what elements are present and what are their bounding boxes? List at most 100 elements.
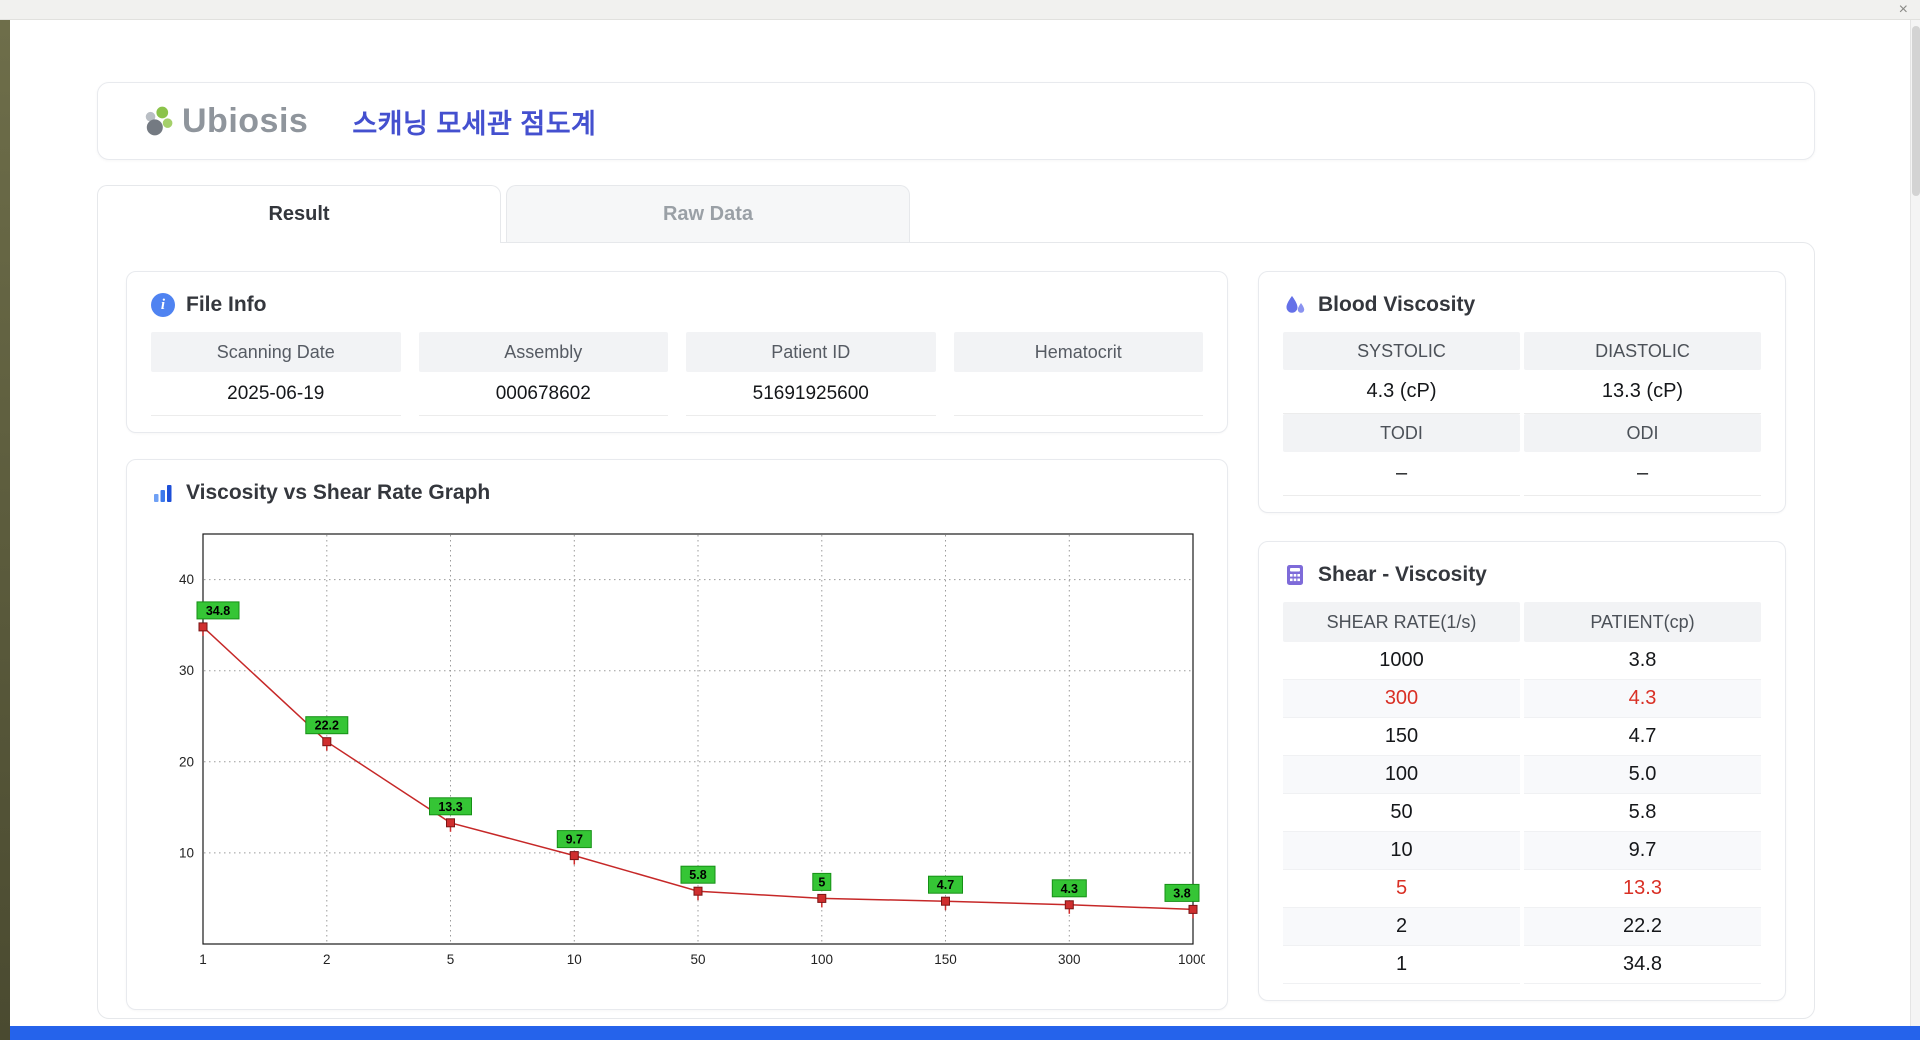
shear-viscosity-title: Shear - Viscosity [1318, 563, 1487, 587]
shear-table-row: 222.2 [1283, 908, 1761, 946]
patient-viscosity-cell: 13.3 [1524, 870, 1761, 908]
svg-text:5.8: 5.8 [689, 868, 706, 882]
svg-text:50: 50 [690, 952, 705, 967]
patient-viscosity-cell: 34.8 [1524, 946, 1761, 984]
info-icon: i [151, 293, 175, 317]
svg-text:22.2: 22.2 [315, 719, 339, 733]
svg-text:13.3: 13.3 [438, 800, 462, 814]
right-column: Blood Viscosity SYSTOLICDIASTOLIC4.3 (cP… [1258, 271, 1786, 1002]
calculator-icon [1283, 563, 1307, 587]
data-point-marker [942, 897, 950, 905]
shear-viscosity-title-row: Shear - Viscosity [1283, 558, 1761, 592]
left-edge-strip [0, 20, 10, 1040]
field-label: Hematocrit [954, 332, 1204, 372]
shear-table-header: SHEAR RATE(1/s)PATIENT(cp) [1283, 602, 1761, 642]
shear-table-row: 109.7 [1283, 832, 1761, 870]
svg-text:10: 10 [179, 845, 194, 860]
blood-viscosity-card: Blood Viscosity SYSTOLICDIASTOLIC4.3 (cP… [1258, 271, 1786, 513]
data-point-marker [1189, 905, 1197, 913]
svg-text:4.3: 4.3 [1061, 882, 1078, 896]
shear-rate-cell: 150 [1283, 718, 1520, 756]
bv-value-row: –– [1283, 452, 1761, 496]
header: Ubiosis 스캐닝 모세관 점도계 [97, 82, 1815, 160]
bottom-blue-bar [10, 1026, 1920, 1040]
patient-viscosity-cell: 22.2 [1524, 908, 1761, 946]
svg-text:3.8: 3.8 [1173, 886, 1190, 900]
data-point-marker [1065, 901, 1073, 909]
shear-table-row: 505.8 [1283, 794, 1761, 832]
svg-text:4.7: 4.7 [937, 878, 954, 892]
file-info-field-hematocrit: Hematocrit [954, 332, 1204, 416]
bv-value-cell: – [1524, 452, 1761, 496]
shear-table-row: 10003.8 [1283, 642, 1761, 680]
shear-table-row: 3004.3 [1283, 680, 1761, 718]
main-panel: Ubiosis 스캐닝 모세관 점도계 Result Raw Data i Fi… [10, 20, 1902, 1026]
file-info-field-patient-id: Patient ID51691925600 [686, 332, 936, 416]
bv-value-cell: 13.3 (cP) [1524, 370, 1761, 414]
graph-title: Viscosity vs Shear Rate Graph [186, 481, 490, 505]
data-point-marker [323, 738, 331, 746]
data-point-marker [570, 852, 578, 860]
shear-table-body: 10003.83004.31504.71005.0505.8109.7513.3… [1283, 642, 1761, 984]
graph-title-row: Viscosity vs Shear Rate Graph [151, 476, 1203, 510]
ubiosis-logo: Ubiosis [140, 102, 308, 141]
field-value [954, 372, 1204, 416]
field-value: 51691925600 [686, 372, 936, 416]
shear-rate-cell: 10 [1283, 832, 1520, 870]
field-value: 000678602 [419, 372, 669, 416]
bv-header-cell: SYSTOLIC [1283, 332, 1520, 370]
file-info-title: File Info [186, 293, 267, 317]
shear-column-header: PATIENT(cp) [1524, 602, 1761, 642]
svg-text:9.7: 9.7 [566, 833, 583, 847]
bv-header-cell: TODI [1283, 414, 1520, 452]
patient-viscosity-cell: 5.0 [1524, 756, 1761, 794]
shear-rate-cell: 2 [1283, 908, 1520, 946]
patient-viscosity-cell: 5.8 [1524, 794, 1761, 832]
field-label: Scanning Date [151, 332, 401, 372]
shear-table-row: 1504.7 [1283, 718, 1761, 756]
scrollbar[interactable] [1910, 20, 1920, 1026]
bar-chart-icon [151, 481, 175, 505]
patient-viscosity-cell: 9.7 [1524, 832, 1761, 870]
bv-value-row: 4.3 (cP)13.3 (cP) [1283, 370, 1761, 414]
bv-header-cell: ODI [1524, 414, 1761, 452]
content-panel: i File Info Scanning Date2025-06-19Assem… [97, 242, 1815, 1019]
svg-text:20: 20 [179, 754, 194, 769]
patient-viscosity-cell: 3.8 [1524, 642, 1761, 680]
shear-rate-cell: 300 [1283, 680, 1520, 718]
viscosity-chart: 102030401251050100150300100034.822.213.3… [151, 520, 1205, 988]
shear-viscosity-card: Shear - Viscosity SHEAR RATE(1/s)PATIENT… [1258, 541, 1786, 1001]
blood-viscosity-title: Blood Viscosity [1318, 293, 1475, 317]
tab-raw-data[interactable]: Raw Data [506, 185, 910, 242]
bv-header-row: SYSTOLICDIASTOLIC [1283, 332, 1761, 370]
svg-text:5: 5 [818, 875, 825, 889]
shear-table-row: 134.8 [1283, 946, 1761, 984]
bv-header-cell: DIASTOLIC [1524, 332, 1761, 370]
shear-rate-cell: 50 [1283, 794, 1520, 832]
file-info-title-row: i File Info [151, 288, 1203, 322]
data-point-marker [818, 894, 826, 902]
svg-text:5: 5 [447, 952, 455, 967]
svg-text:2: 2 [323, 952, 331, 967]
patient-viscosity-cell: 4.7 [1524, 718, 1761, 756]
tab-bar: Result Raw Data [97, 185, 1815, 242]
logo-text: Ubiosis [182, 102, 308, 141]
svg-text:300: 300 [1058, 952, 1081, 967]
svg-text:1000: 1000 [1178, 952, 1205, 967]
blood-viscosity-title-row: Blood Viscosity [1283, 288, 1761, 322]
window-top-bar: × [0, 0, 1920, 20]
tab-result[interactable]: Result [97, 185, 501, 243]
bv-value-cell: – [1283, 452, 1520, 496]
shear-table-row: 513.3 [1283, 870, 1761, 908]
close-icon[interactable]: × [1899, 0, 1908, 20]
file-info-field-scanning-date: Scanning Date2025-06-19 [151, 332, 401, 416]
blood-viscosity-table: SYSTOLICDIASTOLIC4.3 (cP)13.3 (cP)TODIOD… [1283, 332, 1761, 496]
scrollbar-thumb[interactable] [1912, 26, 1920, 196]
left-column: i File Info Scanning Date2025-06-19Assem… [126, 271, 1228, 1002]
page-title: 스캐닝 모세관 점도계 [352, 102, 596, 141]
svg-text:34.8: 34.8 [206, 604, 230, 618]
svg-text:10: 10 [567, 952, 582, 967]
file-info-card: i File Info Scanning Date2025-06-19Assem… [126, 271, 1228, 433]
chart-container: 102030401251050100150300100034.822.213.3… [151, 520, 1203, 993]
svg-text:150: 150 [934, 952, 957, 967]
